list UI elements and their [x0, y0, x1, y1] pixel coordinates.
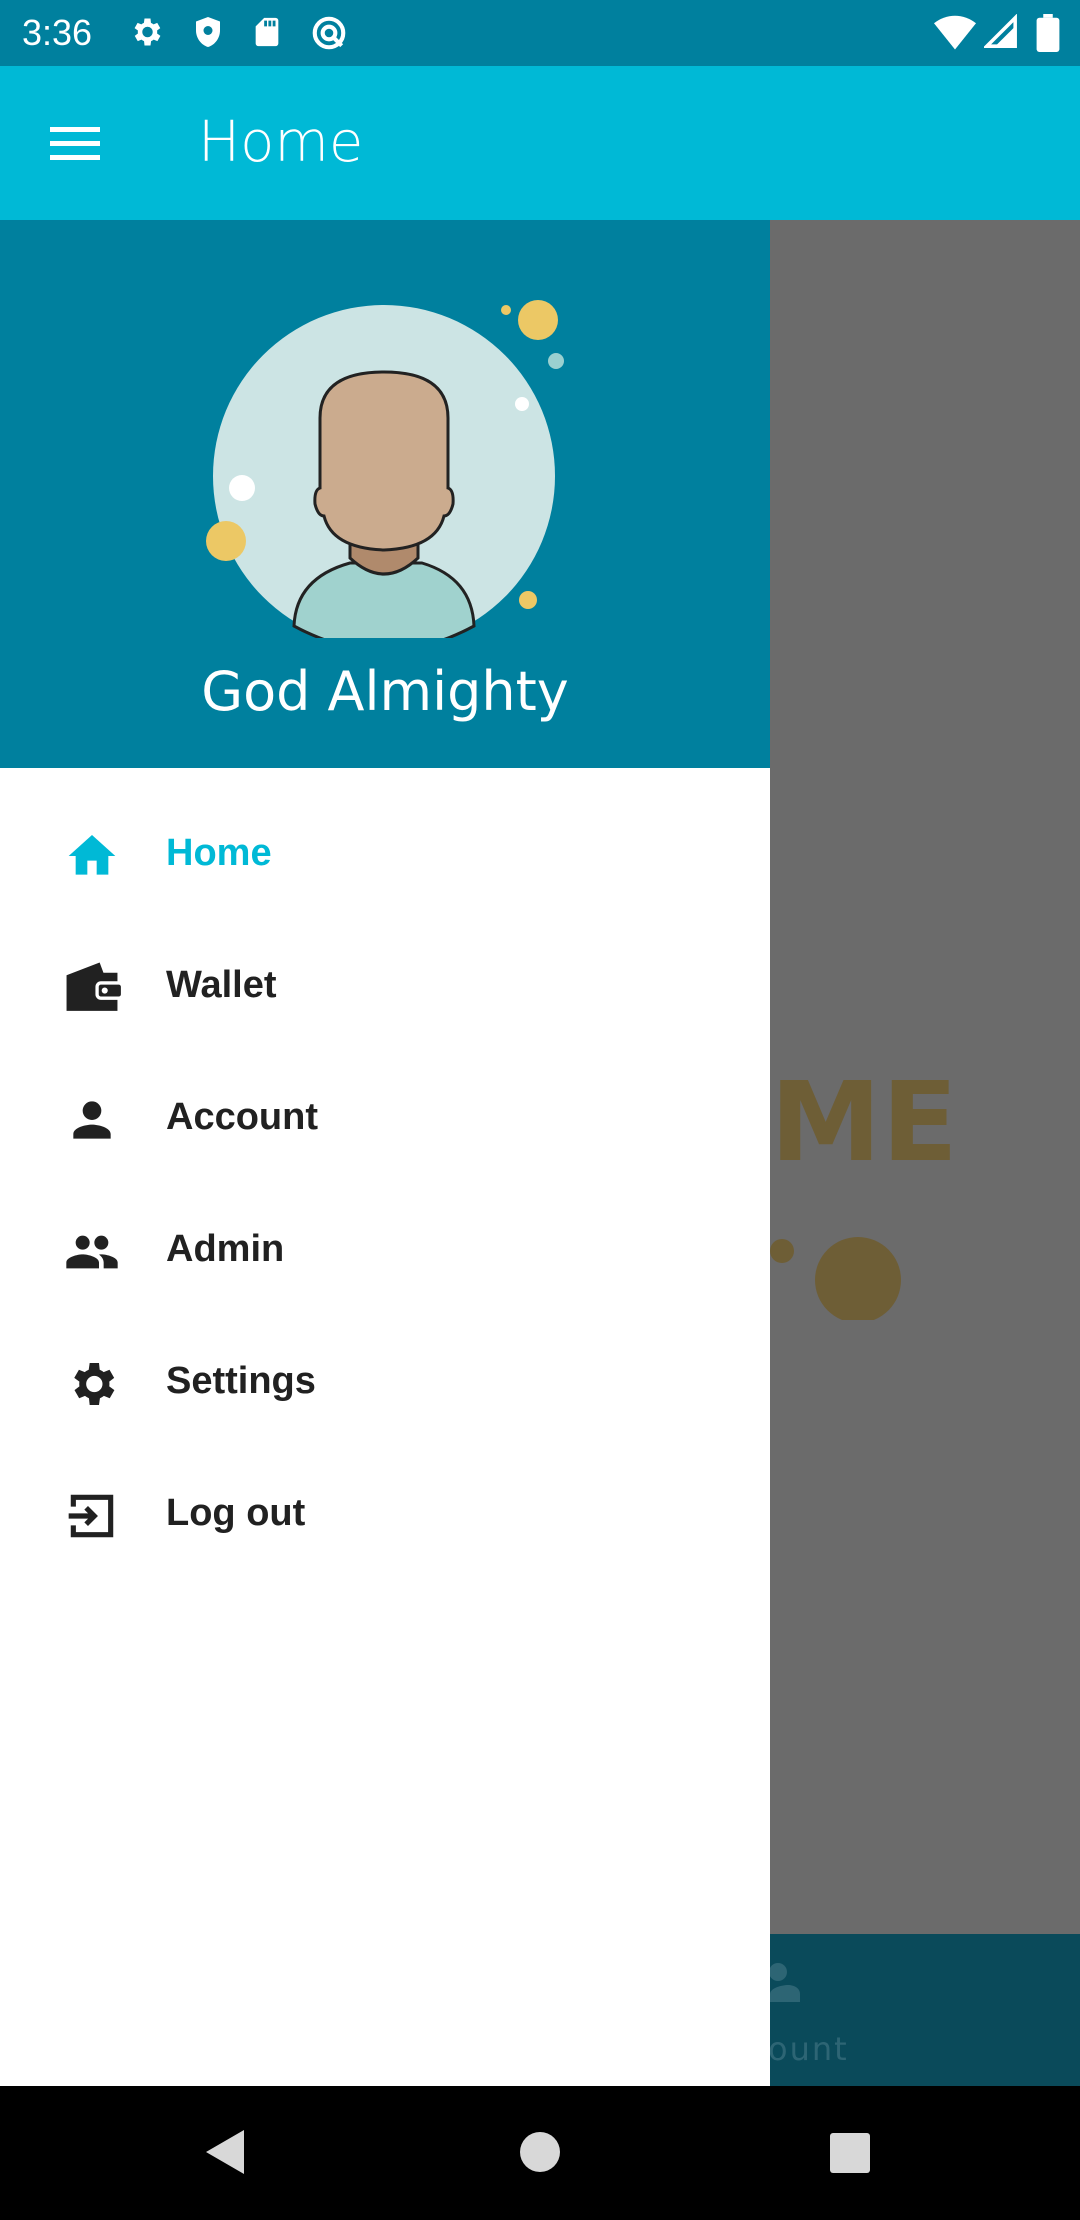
logout-icon: [68, 1494, 114, 1538]
welcome-illustration: ME: [770, 1080, 958, 1320]
account-tab-label: ount: [768, 2030, 849, 2068]
page-title: Home: [198, 110, 364, 175]
battery-icon: [1036, 14, 1060, 52]
hamburger-menu-icon[interactable]: [48, 119, 104, 167]
drawer-header: God Almighty: [0, 220, 770, 768]
person-icon: [73, 1101, 111, 1139]
status-bar: 3:36: [0, 0, 1080, 66]
user-name: God Almighty: [201, 660, 569, 723]
wallet-icon: [66, 962, 124, 1011]
account-tab-icon: [770, 1963, 800, 2002]
drawer-item-label: Log out: [166, 1492, 306, 1534]
svg-text:ME: ME: [770, 1080, 958, 1187]
sync-icon: [312, 16, 346, 50]
drawer-item-logout[interactable]: Log out: [0, 1450, 770, 1582]
drawer-item-label: Account: [166, 1096, 318, 1138]
drawer-item-label: Home: [166, 832, 272, 874]
bottom-navigation: ount: [768, 1934, 1080, 2086]
system-navigation-bar: [0, 2086, 1080, 2220]
drawer-item-account[interactable]: Account: [0, 1054, 770, 1186]
navigation-drawer: God Almighty Home Wallet Account Admin S…: [0, 220, 770, 2086]
drawer-item-label: Admin: [166, 1228, 285, 1270]
sd-card-icon: [255, 17, 279, 47]
signal-icon: [984, 14, 1017, 48]
people-icon: [66, 1235, 118, 1269]
home-button[interactable]: [515, 2120, 565, 2184]
drawer-item-label: Wallet: [166, 964, 277, 1006]
back-button[interactable]: [200, 2120, 250, 2184]
gear-icon: [74, 1363, 115, 1405]
drawer-item-wallet[interactable]: Wallet: [0, 922, 770, 1054]
wifi-icon: [934, 15, 976, 50]
recents-button[interactable]: [827, 2120, 873, 2184]
drawer-item-admin[interactable]: Admin: [0, 1186, 770, 1318]
shield-icon: [196, 17, 220, 47]
status-time: 3:36: [22, 12, 93, 53]
avatar: [206, 300, 564, 638]
app-bar: Home: [0, 66, 1080, 220]
settings-icon: [134, 18, 161, 46]
drawer-item-home[interactable]: Home: [0, 790, 770, 922]
drawer-scrim[interactable]: ME: [770, 220, 1080, 2086]
drawer-item-label: Settings: [166, 1360, 316, 1402]
drawer-item-settings[interactable]: Settings: [0, 1318, 770, 1450]
home-icon: [68, 835, 116, 875]
